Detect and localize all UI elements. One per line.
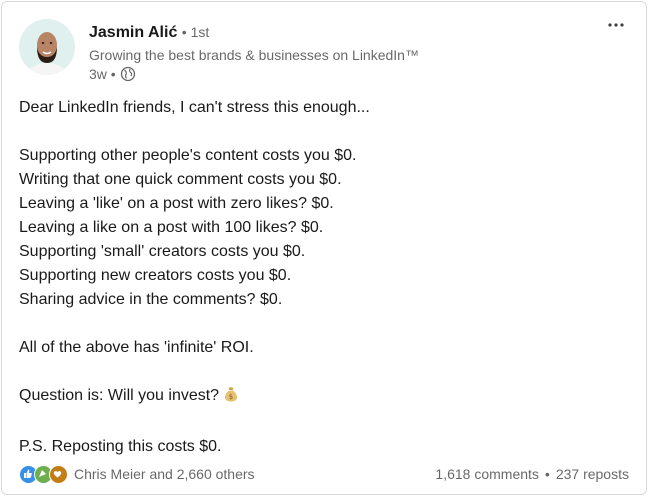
author-name[interactable]: Jasmin Alić	[89, 24, 177, 41]
body-line-text: Leaving a 'like' on a post with zero lik…	[19, 195, 334, 212]
comments-count[interactable]: 1,618 comments	[435, 466, 539, 482]
reactions-summary[interactable]: Chris Meier and 2,660 others	[19, 464, 255, 484]
body-line-text: P.S. Reposting this costs $0.	[19, 438, 222, 455]
reaction-icons	[19, 464, 68, 484]
author-headline: Growing the best brands & businesses on …	[89, 47, 419, 63]
author-avatar[interactable]	[19, 19, 75, 75]
more-options-icon[interactable]	[604, 16, 628, 34]
reposts-count[interactable]: 237 reposts	[556, 466, 629, 482]
body-line-text: Sharing advice in the comments? $0.	[19, 291, 283, 308]
body-spacer	[19, 120, 629, 144]
body-spacer	[19, 360, 629, 384]
body-line-text: Supporting new creators costs you $0.	[19, 267, 292, 284]
avatar-image	[19, 19, 75, 75]
body-line-text: Leaving a like on a post with 100 likes?…	[19, 219, 324, 236]
support-reaction-icon	[49, 464, 68, 484]
feed-post-card: Jasmin Alić • 1st Growing the best brand…	[1, 1, 647, 495]
body-line-text: Supporting 'small' creators costs you $0…	[19, 243, 306, 260]
body-line: Supporting other people's content costs …	[19, 144, 629, 168]
count-separator: •	[544, 466, 550, 482]
post-meta: 3w •	[89, 65, 419, 83]
post-body: Dear LinkedIn friends, I can't stress th…	[19, 96, 629, 459]
body-line: Supporting 'small' creators costs you $0…	[19, 240, 629, 264]
body-spacer	[19, 411, 629, 435]
post-header: Jasmin Alić • 1st Growing the best brand…	[19, 19, 619, 89]
social-counts: Chris Meier and 2,660 others 1,618 comme…	[19, 463, 629, 485]
body-line: Writing that one quick comment costs you…	[19, 168, 629, 192]
globe-icon	[120, 66, 136, 82]
body-line: Supporting new creators costs you $0.	[19, 264, 629, 288]
money-bag-icon: $	[223, 385, 239, 411]
body-line: Dear LinkedIn friends, I can't stress th…	[19, 96, 629, 120]
body-line-text: Dear LinkedIn friends, I can't stress th…	[19, 99, 370, 116]
body-line: Leaving a like on a post with 100 likes?…	[19, 216, 629, 240]
body-line: Leaving a 'like' on a post with zero lik…	[19, 192, 629, 216]
body-line-text: Question is: Will you invest?	[19, 387, 220, 404]
body-line: Sharing advice in the comments? $0.	[19, 288, 629, 312]
author-info: Jasmin Alić • 1st Growing the best brand…	[89, 22, 419, 83]
svg-text:$: $	[229, 393, 233, 401]
engagement-counts: 1,618 comments • 237 reposts	[435, 466, 629, 482]
body-spacer	[19, 312, 629, 336]
body-line: Question is: Will you invest? $	[19, 384, 629, 411]
body-line-text: Writing that one quick comment costs you…	[19, 171, 342, 188]
body-line-text: All of the above has 'infinite' ROI.	[19, 339, 254, 356]
connection-degree: • 1st	[181, 24, 210, 40]
body-line: All of the above has 'infinite' ROI.	[19, 336, 629, 360]
post-time: 3w •	[89, 66, 116, 82]
body-line-text: Supporting other people's content costs …	[19, 147, 357, 164]
reactions-text: Chris Meier and 2,660 others	[74, 466, 255, 482]
body-line: P.S. Reposting this costs $0.	[19, 435, 629, 459]
